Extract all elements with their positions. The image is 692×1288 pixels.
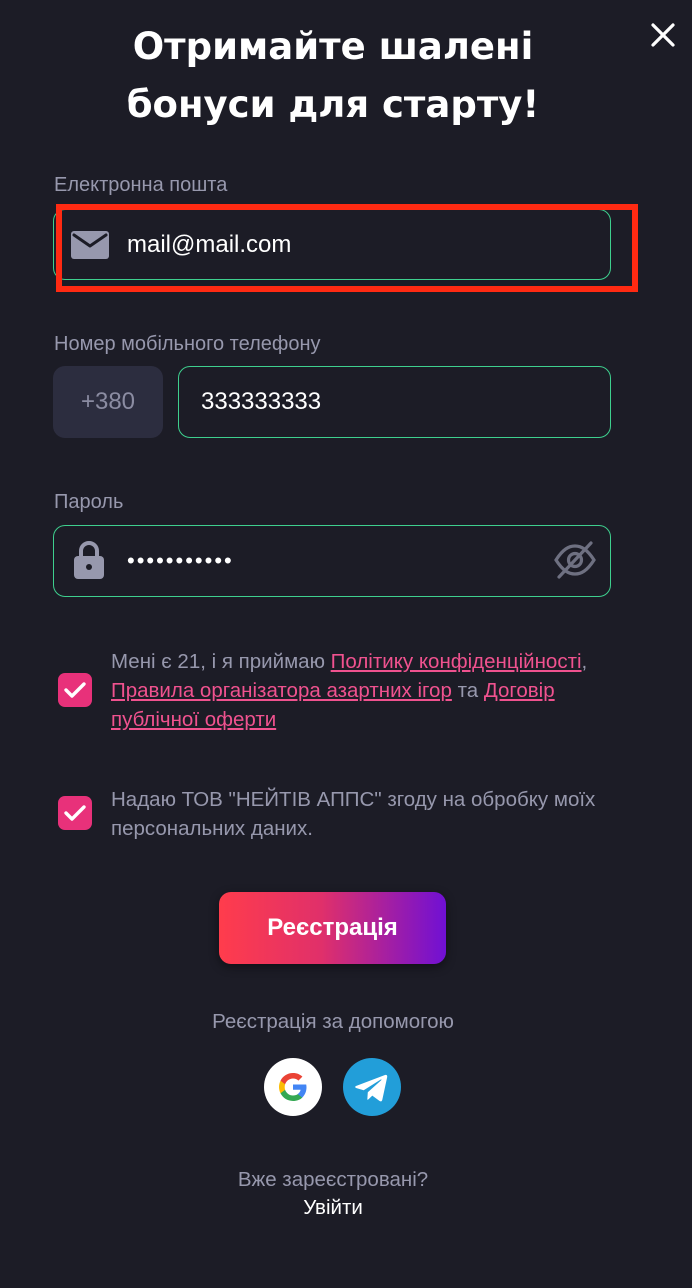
- email-field[interactable]: mail@mail.com: [53, 209, 611, 280]
- title-line-1: Отримайте шалені: [132, 25, 534, 68]
- terms-checkbox[interactable]: [58, 673, 92, 707]
- personal-data-checkbox[interactable]: [58, 796, 92, 830]
- terms-text: Мені є 21, і я приймаю Політику конфіден…: [111, 647, 611, 734]
- register-button[interactable]: Реєстрація: [219, 892, 446, 964]
- terms-sep-1: ,: [581, 650, 588, 673]
- mail-icon: [71, 231, 109, 259]
- google-register-button[interactable]: [264, 1058, 322, 1116]
- checkmark-icon: [64, 805, 86, 821]
- privacy-policy-link[interactable]: Політику конфіденційності: [331, 650, 582, 673]
- registration-page: Отримайте шалені бонуси для старту! Елек…: [0, 0, 692, 1288]
- lock-icon: [74, 541, 104, 579]
- telegram-icon: [355, 1074, 388, 1102]
- email-value: mail@mail.com: [127, 231, 292, 258]
- personal-data-text: Надаю ТОВ "НЕЙТІВ АППС" згоду на обробку…: [111, 788, 596, 840]
- telegram-register-button[interactable]: [343, 1058, 401, 1116]
- page-title: Отримайте шалені бонуси для старту!: [0, 18, 666, 134]
- email-label: Електронна пошта: [54, 174, 228, 196]
- login-link[interactable]: Увійти: [0, 1196, 666, 1220]
- checkmark-icon: [64, 682, 86, 698]
- gambling-rules-link[interactable]: Правила організатора азартних ігор: [111, 679, 452, 702]
- phone-label: Номер мобільного телефону: [54, 333, 321, 355]
- already-registered-text: Вже зареєстровані?: [237, 1168, 429, 1191]
- password-value: •••••••••••: [127, 548, 234, 573]
- social-register-label: Реєстрація за допомогою: [212, 1010, 454, 1033]
- password-label: Пароль: [54, 491, 124, 513]
- title-line-2: бонуси для старту!: [126, 83, 540, 126]
- eye-off-icon[interactable]: [554, 540, 596, 580]
- google-icon: [279, 1073, 307, 1101]
- password-field[interactable]: •••••••••••: [53, 525, 611, 597]
- country-code-prefix: +380: [53, 366, 163, 438]
- terms-sep-2: та: [451, 679, 484, 702]
- terms-text-before: Мені є 21, і я приймаю: [111, 650, 331, 673]
- phone-value: 333333333: [201, 388, 322, 415]
- phone-field[interactable]: 333333333: [178, 366, 611, 438]
